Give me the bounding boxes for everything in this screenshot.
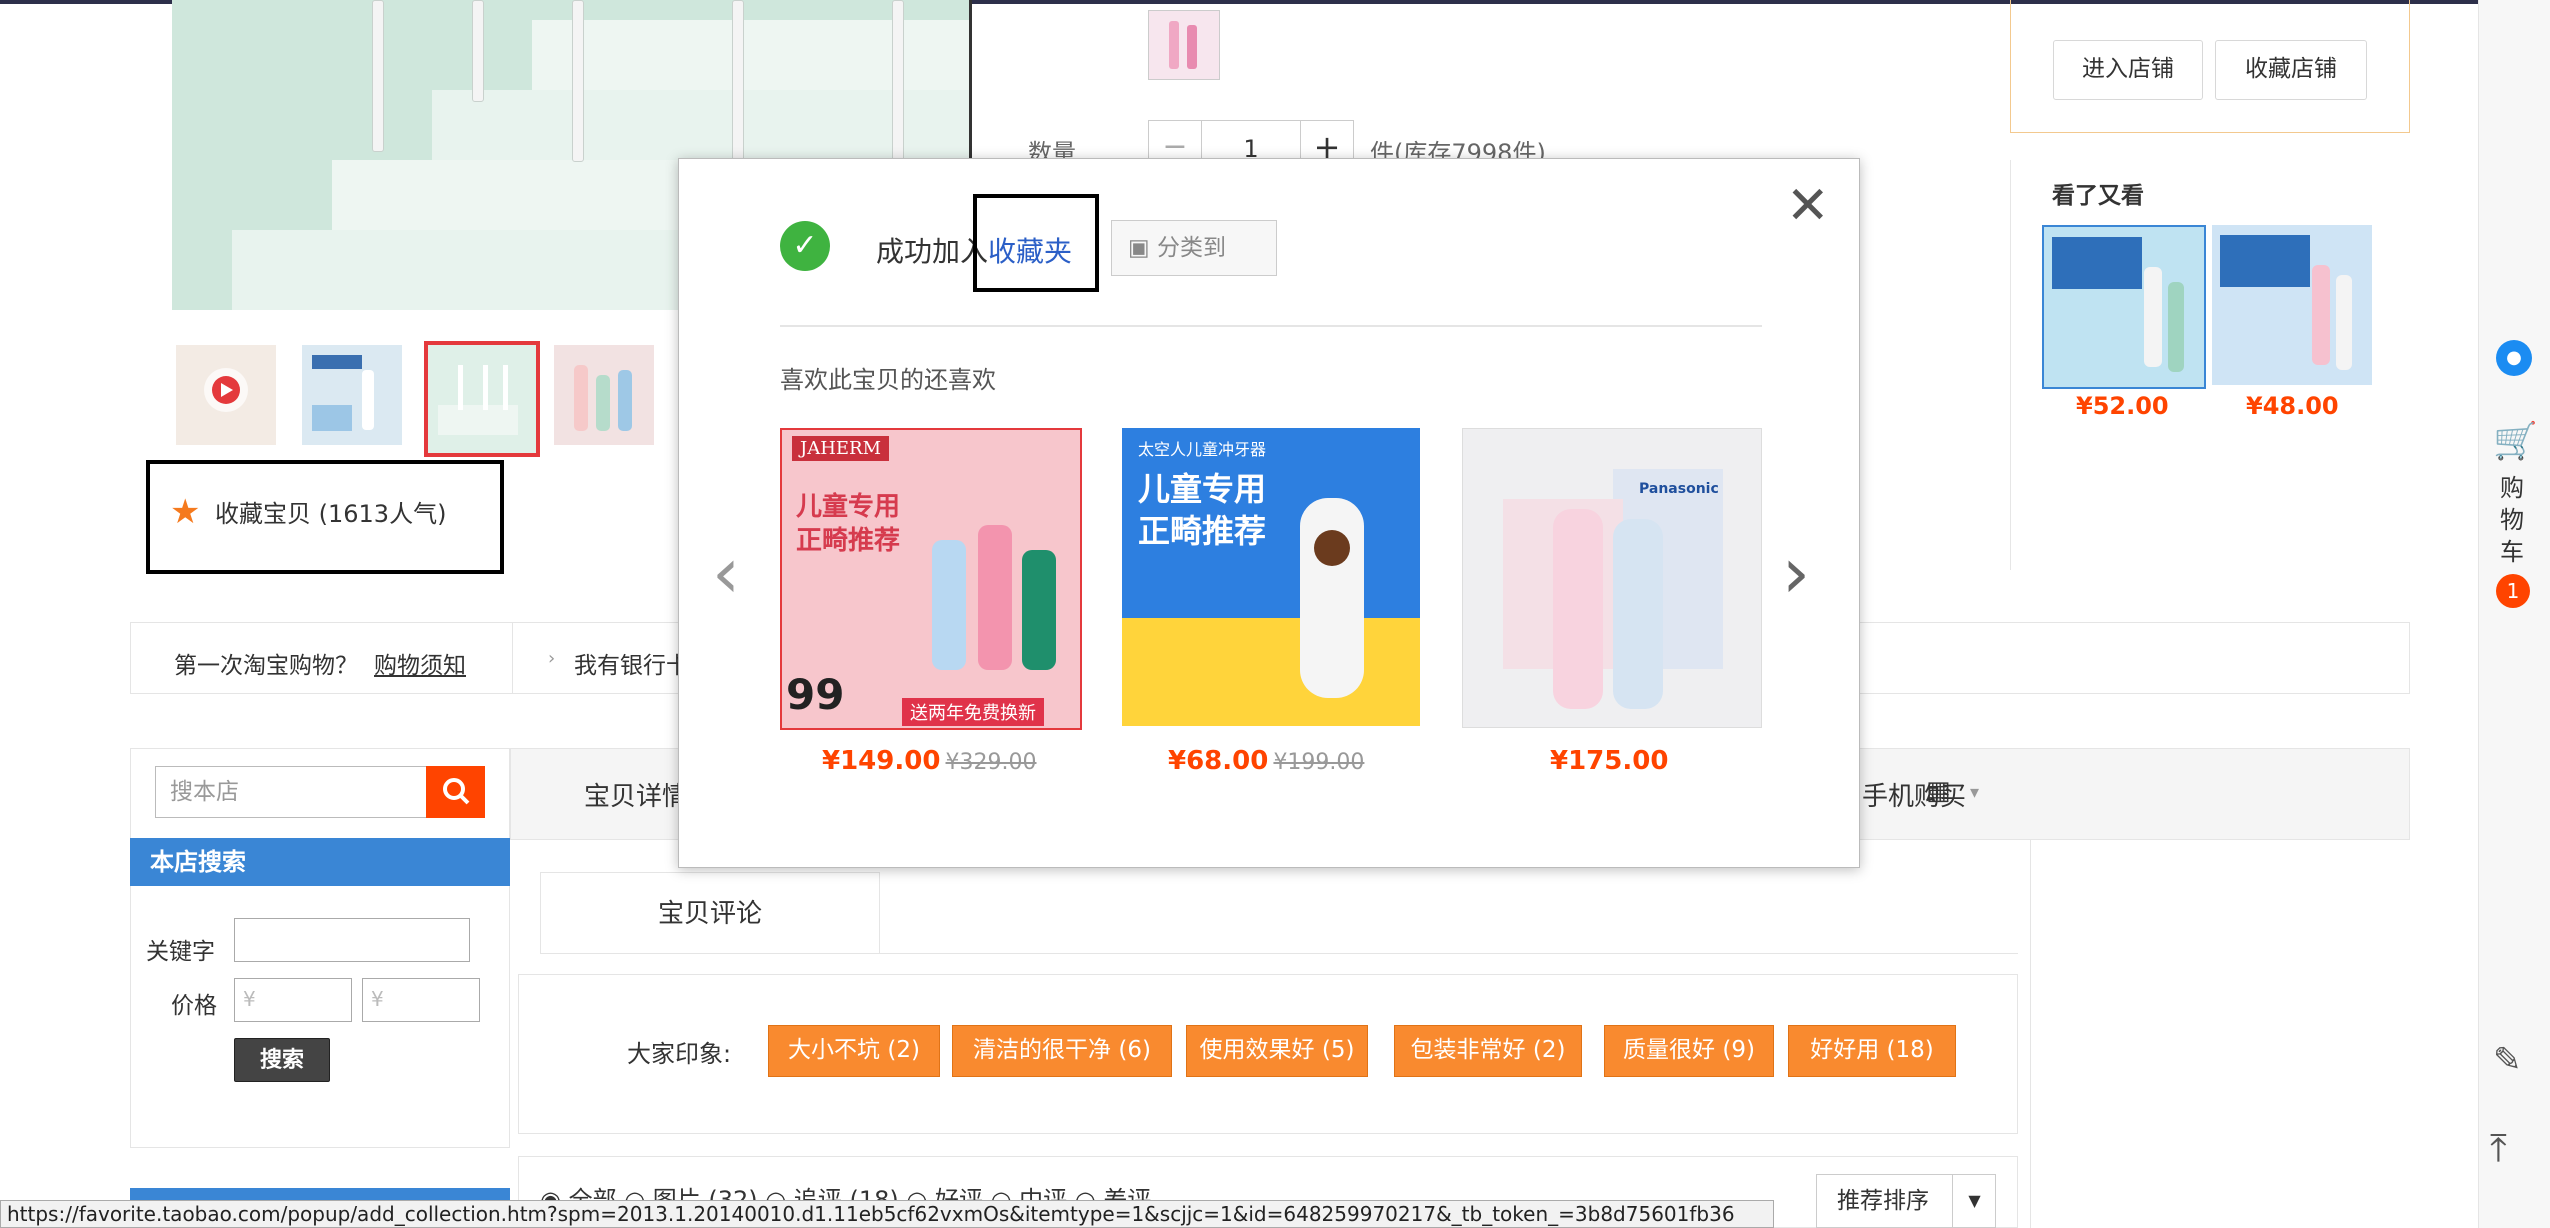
keyword-input[interactable] — [234, 918, 470, 962]
chevron-down-icon[interactable]: ▼ — [1952, 1174, 1996, 1228]
close-icon[interactable]: ✕ — [1786, 180, 1830, 232]
shop-search-header: 本店搜索 — [130, 838, 510, 886]
thumbnail-2[interactable] — [302, 345, 402, 445]
tab-reviews[interactable]: 宝贝评论 — [540, 872, 880, 954]
back-to-top-icon[interactable]: ⤒ — [2490, 1126, 2507, 1171]
sku-thumbnail[interactable] — [1148, 10, 1220, 80]
recommend-item-3[interactable]: Panasonic — [1462, 428, 1762, 728]
recommend-price-2: ¥68.00 ¥199.00 — [1168, 746, 1365, 776]
also-viewed-price-1: ¥52.00 — [2076, 392, 2169, 420]
shop-panel: 进入店铺 收藏店铺 — [2010, 0, 2410, 133]
edit-icon[interactable]: ✎ — [2493, 1040, 2522, 1080]
tab-item-detail[interactable]: 宝贝详情 — [584, 776, 688, 813]
collect-shop-button[interactable]: 收藏店铺 — [2215, 40, 2367, 100]
categorize-button[interactable]: ▣ 分类到 — [1111, 220, 1277, 276]
recommend-price-3: ¥175.00 — [1550, 746, 1669, 776]
impression-tag[interactable]: 使用效果好 (5) — [1186, 1025, 1368, 1077]
categorize-label: 分类到 — [1157, 235, 1227, 261]
also-viewed-title: 看了又看 — [2052, 183, 2144, 209]
folder-icon: ▣ — [1128, 235, 1150, 261]
also-viewed-price-2: ¥48.00 — [2246, 392, 2339, 420]
shop-search-button[interactable] — [426, 766, 485, 818]
favorite-item-label[interactable]: 收藏宝贝 (1613人气) — [215, 494, 446, 529]
price-max-input[interactable]: ¥ — [362, 978, 480, 1022]
impression-tag[interactable]: 好好用 (18) — [1788, 1025, 1956, 1077]
collection-link[interactable]: 收藏夹 — [988, 230, 1072, 270]
modal-divider — [780, 325, 1762, 327]
cart-icon[interactable]: 🛒 — [2493, 420, 2538, 462]
chevron-right-icon: › — [548, 648, 556, 669]
impression-tag[interactable]: 质量很好 (9) — [1604, 1025, 1774, 1077]
thumbnail-video[interactable] — [176, 345, 276, 445]
also-viewed-item-1[interactable] — [2042, 225, 2206, 389]
review-tab-line — [540, 953, 2018, 954]
shop-search-input[interactable]: 搜本店 — [155, 766, 427, 818]
success-message: 成功加入 — [876, 235, 989, 268]
recommend-item-3-brand: Panasonic — [1639, 481, 1719, 497]
qr-code-icon[interactable]: ▦ — [1926, 776, 1951, 806]
recommend-title: 喜欢此宝贝的还喜欢 — [780, 366, 996, 394]
recommend-item-1[interactable]: JAHERM 儿童专用 正畸推荐 99 送两年免费换新 — [780, 428, 1082, 730]
impression-tag[interactable]: 大小不坑 (2) — [768, 1025, 940, 1077]
bank-card-text[interactable]: 我有银行卡 — [574, 646, 689, 680]
price-min-input[interactable]: ¥ — [234, 978, 352, 1022]
price-label: 价格 — [171, 993, 217, 1019]
search-icon — [442, 778, 469, 805]
also-viewed-item-2[interactable] — [2212, 225, 2372, 385]
recommend-item-2[interactable]: 太空人儿童冲牙器 儿童专用 正畸推荐 — [1122, 428, 1420, 726]
recommend-item-3-art — [1503, 469, 1723, 709]
recommend-price-1: ¥149.00 ¥329.00 — [822, 746, 1037, 776]
first-purchase-text: 第一次淘宝购物？ — [174, 653, 358, 679]
recommend-item-2-art — [1122, 498, 1420, 726]
chevron-left-icon[interactable]: ‹ — [712, 538, 740, 608]
enter-shop-button[interactable]: 进入店铺 — [2053, 40, 2203, 100]
cart-count-badge: 1 — [2496, 574, 2530, 608]
chevron-right-icon[interactable]: › — [1782, 538, 1810, 608]
impression-tag[interactable]: 清洁的很干净 (6) — [952, 1025, 1172, 1077]
thumbnail-4[interactable] — [554, 345, 654, 445]
check-circle-icon: ✓ — [780, 221, 830, 271]
play-icon — [204, 368, 248, 412]
content-right-border — [2030, 840, 2031, 1228]
recommend-item-1-badge: 99 — [786, 670, 845, 719]
keyword-label: 关键字 — [146, 939, 215, 965]
shopping-guide-link[interactable]: 购物须知 — [374, 646, 466, 680]
impression-label: 大家印象: — [627, 1040, 732, 1068]
cart-label[interactable]: 购物车 — [2500, 472, 2524, 568]
status-bar-url: https://favorite.taobao.com/popup/add_co… — [0, 1200, 1774, 1228]
recommend-item-1-promo: 送两年免费换新 — [902, 698, 1044, 726]
impression-tag[interactable]: 包装非常好 (2) — [1394, 1025, 1582, 1077]
star-icon: ★ — [170, 492, 201, 532]
chevron-down-icon[interactable]: ▾ — [1970, 782, 1979, 803]
chat-bubble-icon[interactable]: ● — [2496, 340, 2532, 376]
search-submit-button[interactable]: 搜索 — [234, 1038, 330, 1082]
info-divider — [512, 622, 513, 694]
thumbnail-3-selected[interactable] — [424, 341, 540, 457]
